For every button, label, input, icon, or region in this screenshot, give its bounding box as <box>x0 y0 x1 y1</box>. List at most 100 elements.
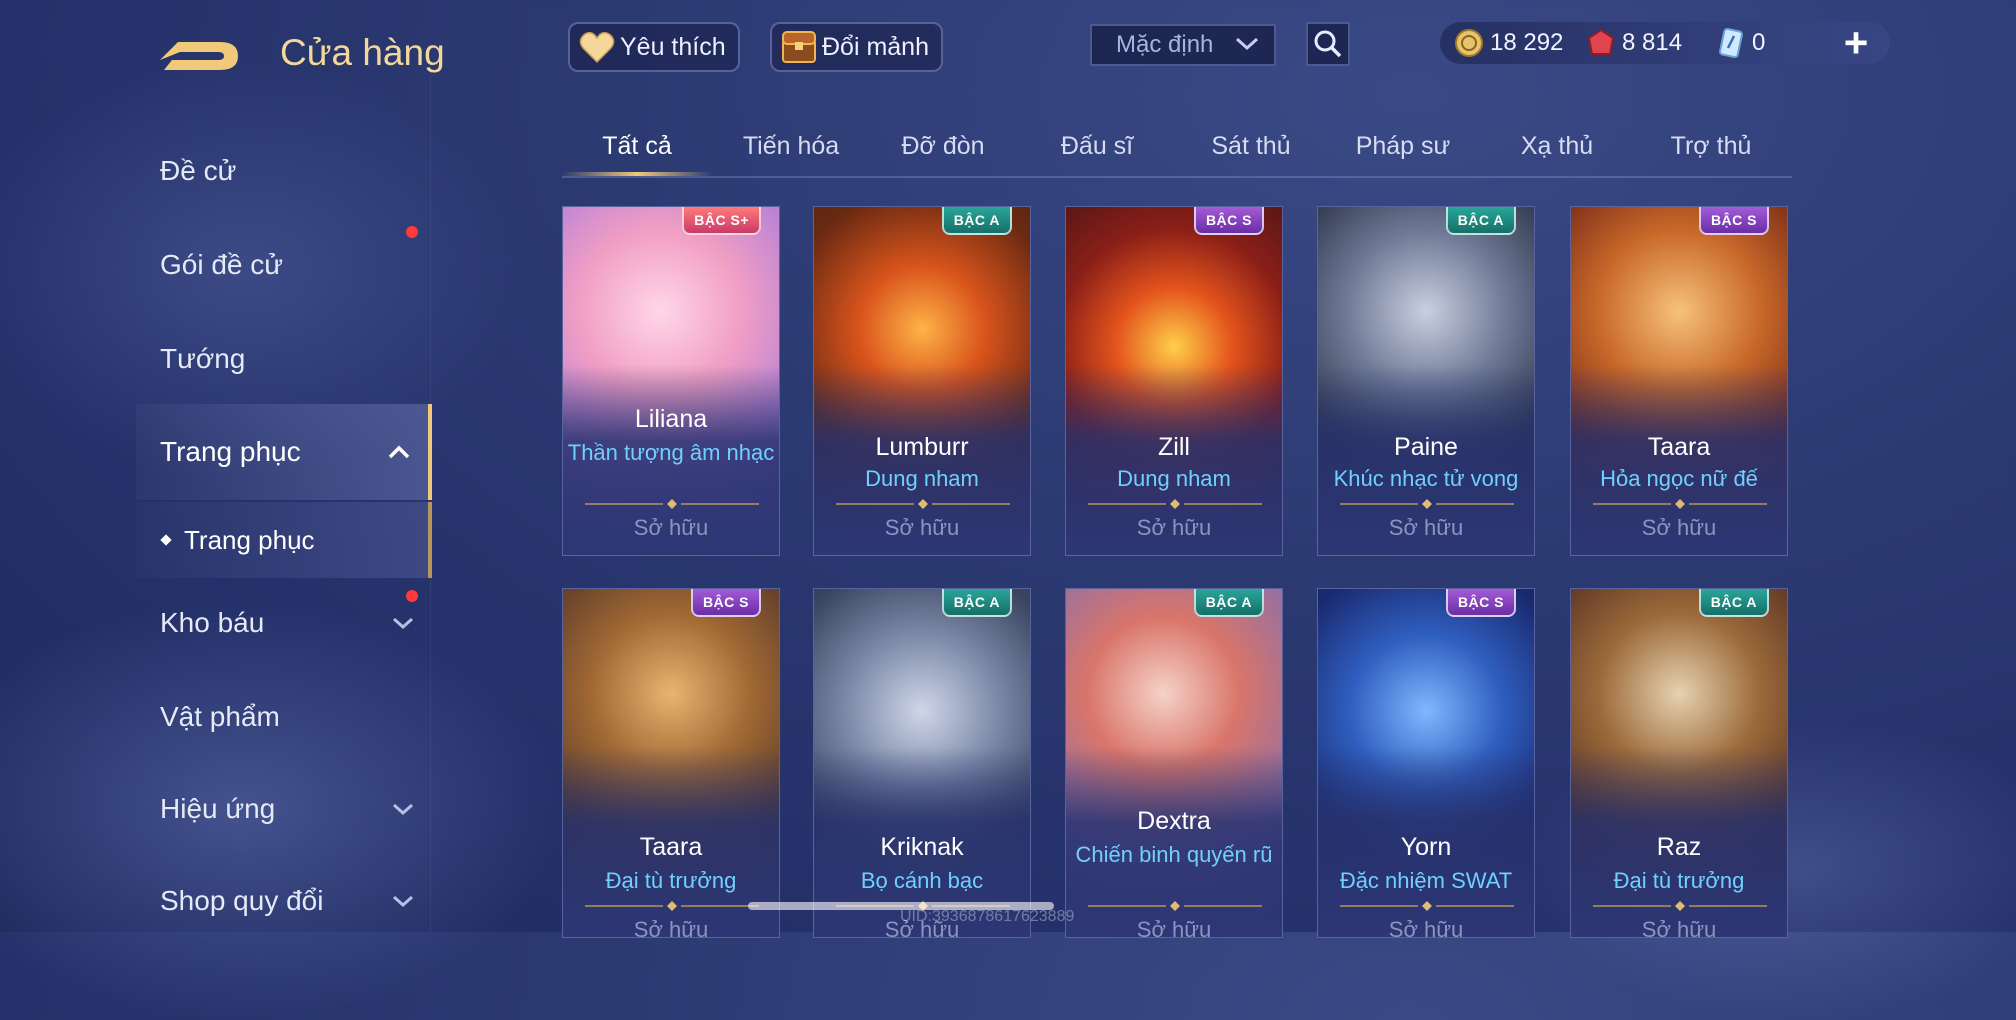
sidebar-item-exchange-shop[interactable]: Shop quy đổi <box>136 868 432 934</box>
skin-name: Thần tượng âm nhạc <box>567 440 775 465</box>
owned-status: Sở hữu <box>884 515 960 540</box>
skin-card[interactable]: BẬC S Taara Đại tù trưởng Sở hữu <box>562 588 780 938</box>
hero-name: Taara <box>1647 433 1711 461</box>
tier-badge: BẬC S+ <box>682 207 761 235</box>
chevron-down-icon <box>393 617 413 630</box>
hero-name: Liliana <box>634 405 708 433</box>
hero-name: Lumburr <box>875 433 969 461</box>
favorite-button[interactable]: Yêu thích <box>568 22 740 72</box>
skin-name: Đặc nhiệm SWAT <box>1339 868 1513 893</box>
ornament-divider <box>1593 499 1767 509</box>
add-currency-button[interactable]: + <box>1838 20 1874 66</box>
skin-card[interactable]: BẬC A Raz Đại tù trưởng Sở hữu <box>1570 588 1788 938</box>
hero-name: Kriknak <box>880 833 964 861</box>
owned-status: Sở hữu <box>1388 917 1464 938</box>
heart-icon <box>578 28 616 66</box>
search-icon <box>1314 30 1342 58</box>
skin-name: Dung nham <box>1117 466 1231 491</box>
tab-active-indicator <box>562 172 712 176</box>
gold-balance: 18 292 <box>1454 28 1563 58</box>
skin-card[interactable]: BẬC S Yorn Đặc nhiệm SWAT Sở hữu <box>1317 588 1535 938</box>
ornament-divider <box>585 901 759 911</box>
skin-name: Bọ cánh bạc <box>860 868 984 893</box>
skin-name: Hỏa ngọc nữ đế <box>1600 466 1758 491</box>
skin-name: Đại tù trưởng <box>1613 868 1745 893</box>
skin-card[interactable]: BẬC S+ Liliana Thần tượng âm nhạc Sở hữu <box>562 206 780 556</box>
tab-mage[interactable]: Pháp sư <box>1328 126 1478 176</box>
tier-badge: BẬC A <box>1698 589 1769 617</box>
owned-status: Sở hữu <box>1136 917 1212 938</box>
ornament-divider <box>836 499 1010 509</box>
skin-card[interactable]: BẬC A Kriknak Bọ cánh bạc Sở hữu <box>813 588 1031 938</box>
plus-icon: + <box>1843 19 1869 66</box>
hero-name: Taara <box>639 833 703 861</box>
sidebar-item-treasure[interactable]: Kho báu <box>136 590 432 656</box>
tab-marksman[interactable]: Xạ thủ <box>1482 126 1632 176</box>
ticket-balance: 0 <box>1716 28 1765 58</box>
ornament-divider <box>1593 901 1767 911</box>
tier-badge: BẬC A <box>941 589 1012 617</box>
skin-name: Đại tù trưởng <box>605 868 737 893</box>
owned-status: Sở hữu <box>1388 515 1464 540</box>
tier-badge: BẬC A <box>1445 207 1516 235</box>
ornament-divider <box>585 499 759 509</box>
tier-badge: BẬC A <box>941 207 1012 235</box>
search-button[interactable] <box>1306 22 1350 66</box>
hero-name: Zill <box>1158 433 1190 461</box>
hero-name: Raz <box>1656 833 1702 861</box>
chevron-down-icon <box>393 895 413 908</box>
skin-card[interactable]: BẬC A Paine Khúc nhạc tử vong Sở hữu <box>1317 206 1535 556</box>
sidebar-item-items[interactable]: Vật phẩm <box>136 684 432 750</box>
gold-coin-icon <box>1455 29 1483 57</box>
sidebar-item-heroes[interactable]: Tướng <box>136 326 432 392</box>
tier-badge: BẬC S <box>1193 207 1264 235</box>
notification-dot <box>406 590 418 602</box>
skin-card[interactable]: BẬC S Taara Hỏa ngọc nữ đế Sở hữu <box>1570 206 1788 556</box>
tab-evolution[interactable]: Tiến hóa <box>716 126 866 176</box>
uid-watermark: UID:3936878617623889 <box>900 908 1075 925</box>
chevron-up-icon <box>388 445 410 459</box>
tab-support[interactable]: Trợ thủ <box>1636 126 1786 176</box>
skin-name: Chiến binh quyến rũ <box>1075 842 1273 867</box>
tier-badge: BẬC S <box>1698 207 1769 235</box>
tier-badge: BẬC S <box>690 589 761 617</box>
ornament-divider <box>1340 499 1514 509</box>
tab-tank[interactable]: Đỡ đòn <box>868 126 1018 176</box>
skin-card[interactable]: BẬC S Zill Dung nham Sở hữu <box>1065 206 1283 556</box>
owned-status: Sở hữu <box>1641 917 1717 938</box>
sidebar-subitem-skins[interactable]: Trang phục <box>136 502 432 578</box>
category-tabs: Tất cả Tiến hóa Đỡ đòn Đấu sĩ Sát thủ Ph… <box>562 126 1792 178</box>
tab-all[interactable]: Tất cả <box>562 126 712 176</box>
ticket-icon <box>1719 28 1743 58</box>
sidebar-item-effects[interactable]: Hiệu ứng <box>136 776 432 842</box>
tab-assassin[interactable]: Sát thủ <box>1176 126 1326 176</box>
sidebar-item-featured-bundles[interactable]: Gói đề cử <box>136 226 432 298</box>
hero-name: Paine <box>1394 433 1458 461</box>
page-title: Cửa hàng <box>280 32 445 73</box>
exchange-shards-button[interactable]: Đổi mảnh <box>770 22 943 72</box>
owned-status: Sở hữu <box>633 515 709 540</box>
sidebar-item-featured[interactable]: Đề cử <box>136 138 432 204</box>
hero-name: Dextra <box>1137 807 1211 835</box>
exchange-label: Đổi mảnh <box>822 32 929 61</box>
tier-badge: BẬC S <box>1445 589 1516 617</box>
treasure-chest-icon <box>780 28 818 66</box>
owned-status: Sở hữu <box>633 917 709 938</box>
sort-value: Mặc định <box>1116 31 1214 58</box>
ornament-divider <box>1088 499 1262 509</box>
owned-status: Sở hữu <box>1641 515 1717 540</box>
skin-name: Khúc nhạc tử vong <box>1333 466 1519 491</box>
back-arrow-icon <box>160 42 238 70</box>
chevron-down-icon <box>393 803 413 816</box>
skin-card[interactable]: BẬC A Dextra Chiến binh quyến rũ Sở hữu <box>1065 588 1283 938</box>
sidebar-item-skins[interactable]: Trang phục <box>136 404 432 500</box>
chevron-down-icon <box>1234 31 1260 59</box>
back-button[interactable] <box>158 30 244 74</box>
skin-name: Dung nham <box>865 466 979 491</box>
skin-card[interactable]: BẬC A Lumburr Dung nham Sở hữu <box>813 206 1031 556</box>
bullet-icon <box>160 534 172 546</box>
red-gem-icon <box>1587 28 1615 55</box>
notification-dot <box>406 226 418 238</box>
sort-dropdown[interactable]: Mặc định <box>1090 24 1276 66</box>
tab-fighter[interactable]: Đấu sĩ <box>1022 126 1172 176</box>
